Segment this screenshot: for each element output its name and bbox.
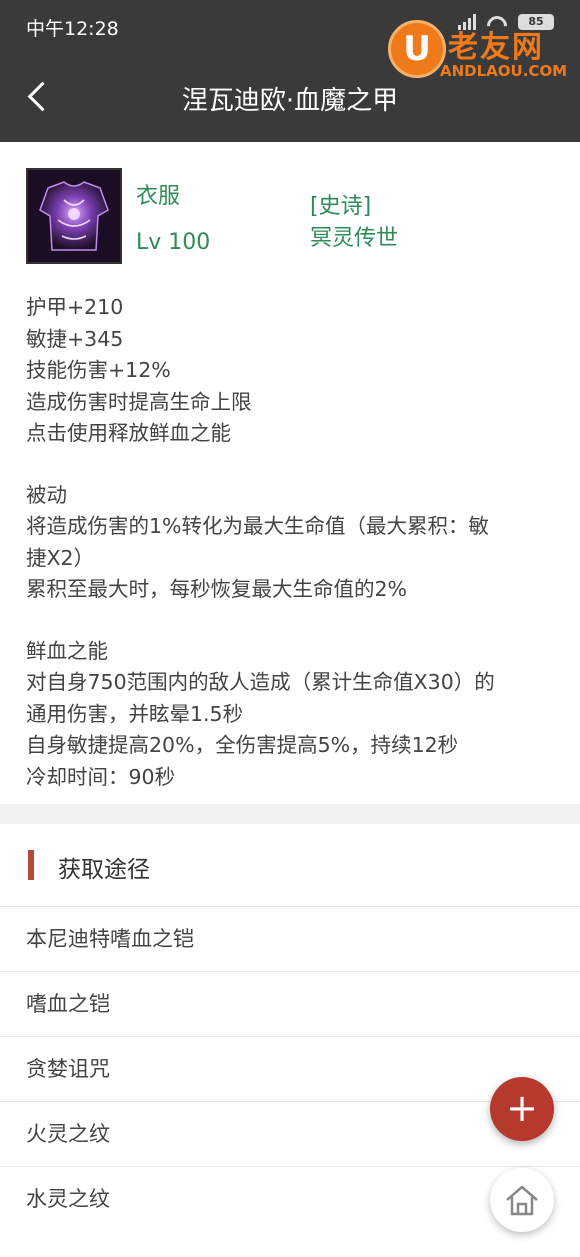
status-time: 中午12:28 <box>26 18 119 40</box>
sources-header: 获取途径 <box>0 836 580 906</box>
passive-line: 将造成伤害的1%转化为最大生命值（最大累积：敏 <box>26 514 490 538</box>
add-button[interactable]: + <box>490 1077 554 1141</box>
source-item[interactable]: 嗜血之铠 <box>0 971 580 1036</box>
passive-line: 累积至最大时，每秒恢复最大生命值的2% <box>26 577 408 601</box>
home-icon <box>506 1185 538 1216</box>
item-level: Lv 100 <box>136 230 211 255</box>
active-line: 对自身750范围内的敌人造成（累计生命值X30）的 <box>26 670 495 694</box>
stat-line: 敏捷+345 <box>26 326 124 351</box>
active-line: 冷却时间：90秒 <box>26 764 176 789</box>
item-set: 冥灵传世 <box>310 226 399 251</box>
watermark-logo: U 老友网 ANDLAOU.COM <box>388 18 567 84</box>
source-item[interactable]: 贪婪诅咒 <box>0 1036 580 1101</box>
section-divider <box>0 804 580 824</box>
item-rarity: [史诗] <box>310 194 372 219</box>
source-item[interactable]: 本尼迪特嗜血之铠 <box>0 906 580 971</box>
passive-heading: 被动 <box>26 482 67 507</box>
active-line: 通用伤害，并眩晕1.5秒 <box>26 701 244 726</box>
item-description: 护甲+210 敏捷+345 技能伤害+12% 造成伤害时提高生命上限 点击使用释… <box>26 292 560 793</box>
stat-line: 技能伤害+12% <box>26 358 171 382</box>
item-image <box>26 168 122 264</box>
stat-line: 造成伤害时提高生命上限 <box>26 389 252 414</box>
page-title: 涅瓦迪欧·血魔之甲 <box>181 86 399 116</box>
item-header: 衣服 Lv 100 [史诗] 冥灵传世 <box>26 168 556 268</box>
passive-line: 捷X2） <box>26 545 95 570</box>
active-line: 自身敏捷提高20%，全伤害提高5%，持续12秒 <box>26 733 459 757</box>
watermark-badge: U <box>388 20 446 78</box>
armor-icon <box>28 170 120 262</box>
item-type: 衣服 <box>136 184 181 209</box>
stat-line: 点击使用释放鲜血之能 <box>26 421 231 445</box>
watermark-text: 老友网 <box>448 30 544 65</box>
section-accent-bar <box>28 850 34 880</box>
watermark-domain: ANDLAOU.COM <box>440 62 568 80</box>
top-bar: 中午12:28 85 U 老友网 ANDLAOU.COM 涅瓦迪欧·血魔之甲 <box>0 0 580 142</box>
sources-list: 本尼迪特嗜血之铠 嗜血之铠 贪婪诅咒 火灵之纹 水灵之纹 <box>0 906 580 1231</box>
active-heading: 鲜血之能 <box>26 638 108 663</box>
stat-line: 护甲+210 <box>26 295 124 319</box>
sources-title: 获取途径 <box>58 857 150 883</box>
home-button[interactable] <box>490 1168 554 1232</box>
